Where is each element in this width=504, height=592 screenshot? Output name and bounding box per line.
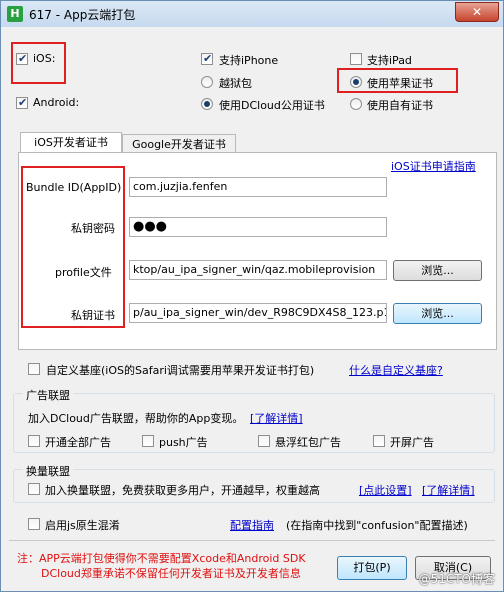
push-ads-label: push广告	[159, 436, 208, 449]
jailbreak-radio[interactable]	[201, 76, 213, 88]
exchange-alliance-title: 换量联盟	[23, 463, 73, 479]
tab-ios-cert[interactable]: iOS开发者证书	[20, 132, 122, 154]
js-confusion-label: 启用js原生混淆	[45, 519, 120, 532]
confusion-guide-text: (在指南中找到"confusion"配置描述)	[286, 519, 468, 532]
jailbreak-label: 越狱包	[219, 77, 252, 90]
ios-cert-guide-link[interactable]: iOS证书申请指南	[391, 158, 476, 174]
ios-highlight-box	[11, 42, 66, 84]
iphone-checkbox[interactable]	[201, 52, 213, 65]
splash-ads-checkbox[interactable]	[373, 435, 385, 447]
title-bar: H 617 - App云端打包 ✕	[1, 1, 503, 27]
splash-ads-label: 开屏广告	[390, 436, 434, 449]
apple-cert-highlight-box	[337, 68, 458, 93]
custom-base-label: 自定义基座(iOS的Safari调试需要用苹果开发证书打包)	[46, 364, 315, 377]
ipad-checkbox[interactable]	[350, 53, 362, 65]
note-line-1: 注：APP云端打包使得你不需要配置Xcode和Android SDK	[17, 552, 306, 565]
own-cert-label: 使用自有证书	[367, 99, 433, 112]
confusion-guide-link[interactable]: 配置指南	[230, 517, 274, 533]
window-title: 617 - App云端打包	[29, 8, 136, 22]
key-password-input[interactable]: ●●●	[129, 217, 387, 237]
ad-alliance-detail-link[interactable]: [了解详情]	[250, 410, 303, 426]
cert-fields-highlight-box	[21, 166, 125, 328]
exchange-detail-link[interactable]: [了解详情]	[422, 482, 475, 498]
watermark: @51CTO博客	[418, 572, 495, 586]
profile-browse-button[interactable]: 浏览...	[393, 260, 482, 281]
app-logo-icon: H	[7, 6, 23, 22]
js-confusion-checkbox[interactable]	[28, 518, 40, 530]
iphone-label: 支持iPhone	[219, 54, 279, 67]
profile-input[interactable]: ktop/au_ipa_signer_win/qaz.mobileprovisi…	[129, 260, 387, 280]
footer-divider	[9, 540, 495, 541]
own-cert-radio[interactable]	[350, 98, 362, 110]
exchange-alliance-checkbox[interactable]	[28, 483, 40, 495]
push-ads-checkbox[interactable]	[142, 435, 154, 447]
ad-alliance-title: 广告联盟	[23, 387, 73, 403]
custom-base-checkbox[interactable]	[28, 363, 40, 375]
close-button[interactable]: ✕	[455, 2, 499, 22]
dcloud-cert-label: 使用DCloud公用证书	[219, 99, 325, 112]
ad-alliance-description: 加入DCloud广告联盟，帮助你的App变现。	[28, 412, 244, 425]
exchange-alliance-label: 加入换量联盟，免费获取更多用户，开通越早，权重越高	[45, 484, 320, 497]
private-cert-input[interactable]: p/au_ipa_signer_win/dev_R98C9DX4S8_123.p…	[129, 303, 387, 323]
ios-cert-panel: iOS证书申请指南 Bundle ID(AppID) com.juzjia.fe…	[18, 152, 497, 350]
red-packet-ads-checkbox[interactable]	[258, 435, 270, 447]
custom-base-link[interactable]: 什么是自定义基座?	[349, 362, 443, 378]
red-packet-ads-label: 悬浮红包广告	[275, 436, 341, 449]
dcloud-cert-radio[interactable]	[201, 98, 213, 110]
ipad-label: 支持iPad	[367, 54, 412, 67]
all-ads-checkbox[interactable]	[28, 435, 40, 447]
all-ads-label: 开通全部广告	[45, 436, 111, 449]
android-label: Android:	[33, 96, 80, 109]
pack-button[interactable]: 打包(P)	[337, 556, 407, 580]
android-checkbox[interactable]	[16, 96, 28, 109]
note-line-2: DCloud郑重承诺不保留任何开发者证书及开发者信息	[41, 567, 301, 580]
private-cert-browse-button[interactable]: 浏览...	[393, 303, 482, 324]
app-window: H 617 - App云端打包 ✕ iOS: Android: 支持iPhone…	[0, 0, 504, 592]
bundle-id-input[interactable]: com.juzjia.fenfen	[129, 177, 387, 197]
tab-google-cert[interactable]: Google开发者证书	[122, 134, 236, 154]
exchange-settings-link[interactable]: [点此设置]	[359, 482, 412, 498]
